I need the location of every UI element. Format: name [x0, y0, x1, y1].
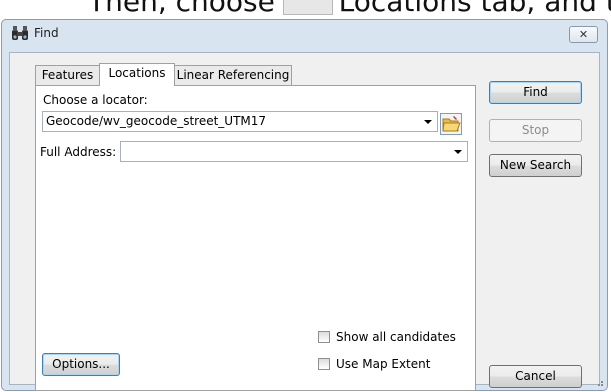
show-all-candidates-label: Show all candidates [336, 330, 456, 344]
stop-button-label: Stop [521, 123, 550, 137]
find-button[interactable]: Find [489, 81, 582, 104]
binoculars-icon [12, 26, 28, 40]
checkbox-box[interactable] [318, 358, 330, 370]
tab-label: Locations [108, 66, 166, 80]
close-button[interactable]: ✕ [569, 26, 598, 43]
tab-linear-referencing[interactable]: Linear Referencing [174, 65, 292, 85]
tab-features[interactable]: Features [35, 65, 100, 85]
use-map-extent-checkbox[interactable]: Use Map Extent [318, 357, 448, 373]
tab-locations[interactable]: Locations [99, 63, 175, 86]
choose-locator-label: Choose a locator: [43, 93, 148, 107]
full-address-input[interactable] [120, 141, 468, 162]
locator-value: Geocode/wv_geocode_street_UTM17 [46, 114, 267, 128]
use-map-extent-label: Use Map Extent [336, 357, 431, 371]
caption-icon [283, 0, 333, 15]
options-button-label: Options... [52, 357, 110, 371]
browse-locator-button[interactable] [440, 113, 462, 135]
chevron-down-icon [424, 120, 432, 124]
caption-text: Then, choose the Locations tab, and the … [88, 0, 611, 18]
resize-grip-icon[interactable] [594, 377, 604, 387]
client-area: Features Locations Linear Referencing Ch… [9, 52, 600, 391]
checkbox-box[interactable] [318, 331, 330, 343]
folder-open-icon [442, 116, 461, 132]
cancel-button-label: Cancel [515, 369, 556, 383]
new-search-button-label: New Search [499, 158, 572, 172]
tab-label: Features [41, 68, 94, 82]
title-bar[interactable]: Find ✕ [2, 20, 607, 50]
cancel-button[interactable]: Cancel [489, 365, 582, 388]
locator-select[interactable]: Geocode/wv_geocode_street_UTM17 [42, 111, 438, 132]
new-search-button[interactable]: New Search [489, 154, 582, 177]
locations-panel: Choose a locator: Geocode/wv_geocode_str… [35, 85, 476, 391]
find-dialog: Find ✕ Features Locations Linear Referen… [1, 19, 608, 391]
options-button[interactable]: Options... [42, 353, 120, 376]
window-title: Find [34, 26, 59, 40]
tab-label: Linear Referencing [176, 68, 290, 82]
full-address-label: Full Address: [40, 145, 117, 159]
background-caption: Then, choose the Locations tab, and the … [0, 0, 611, 20]
close-icon: ✕ [578, 28, 589, 41]
stop-button[interactable]: Stop [489, 119, 582, 142]
find-button-label: Find [523, 85, 548, 99]
show-all-candidates-checkbox[interactable]: Show all candidates [318, 330, 468, 346]
chevron-down-icon [454, 150, 462, 154]
